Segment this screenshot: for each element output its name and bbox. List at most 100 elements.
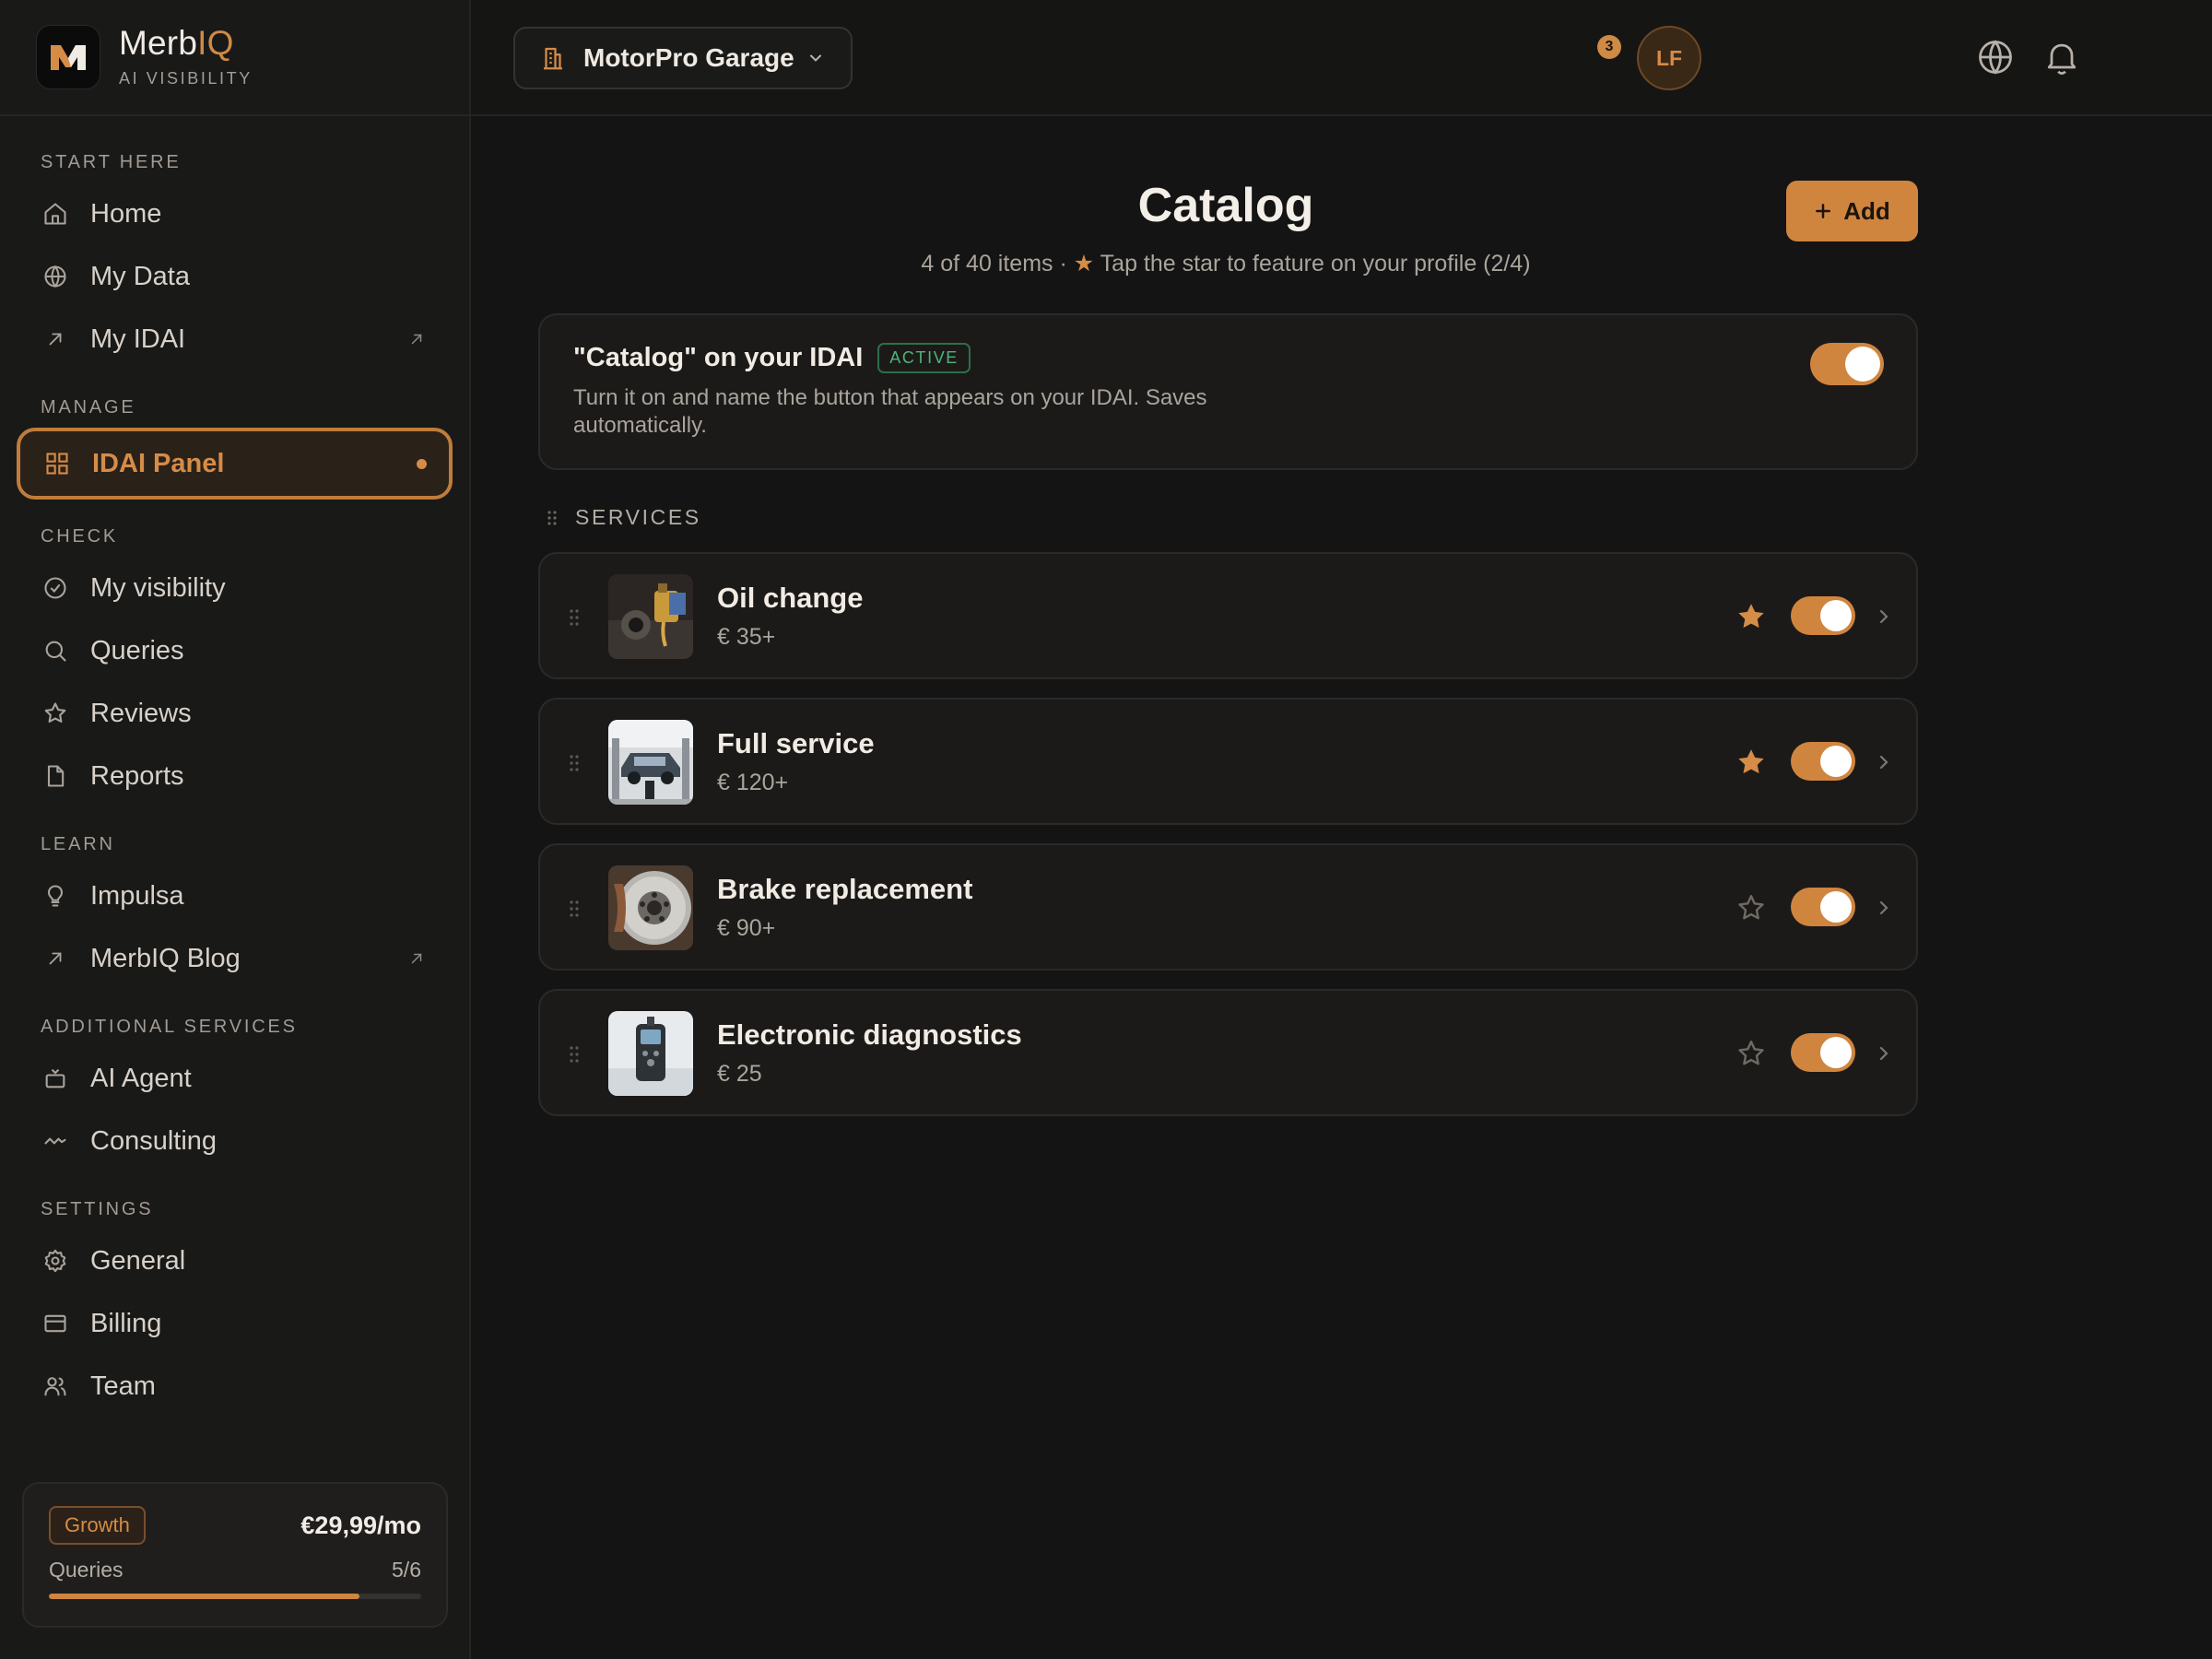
sidebar-item-label: IDAI Panel bbox=[92, 448, 225, 478]
car-lift-photo bbox=[608, 720, 693, 805]
home-icon bbox=[41, 199, 70, 229]
service-row[interactable]: Brake replacement € 90+ bbox=[538, 843, 1918, 971]
star-outline-icon[interactable] bbox=[1735, 1037, 1768, 1070]
drag-handle-icon[interactable] bbox=[568, 753, 581, 773]
user-avatar[interactable]: LF bbox=[1637, 26, 1701, 90]
sidebar-item-label: General bbox=[90, 1245, 186, 1276]
add-item-label: Add bbox=[1843, 196, 1890, 225]
sidebar-item-my-data[interactable]: My Data bbox=[0, 245, 469, 308]
business-selector[interactable]: MotorPro Garage bbox=[513, 27, 853, 89]
section-title-settings: SETTINGS bbox=[41, 1199, 154, 1219]
add-item-button[interactable]: Add bbox=[1786, 181, 1918, 241]
sidebar-item-ai-agent[interactable]: AI Agent bbox=[0, 1047, 469, 1110]
sidebar-item-label: Home bbox=[90, 198, 162, 229]
chevron-right-icon[interactable] bbox=[1877, 897, 1890, 919]
sidebar-item-team[interactable]: Team bbox=[0, 1355, 469, 1418]
service-enable-toggle[interactable] bbox=[1791, 888, 1855, 926]
brand[interactable]: MerbIQ AI VISIBILITY bbox=[0, 0, 469, 116]
language-globe-icon[interactable] bbox=[1975, 37, 2016, 77]
service-row[interactable]: Full service € 120+ bbox=[538, 698, 1918, 825]
chevron-right-icon[interactable] bbox=[1877, 751, 1890, 773]
services-heading-label: SERVICES bbox=[575, 505, 701, 529]
sidebar-item-general[interactable]: General bbox=[0, 1230, 469, 1292]
sidebar-item-impulsa[interactable]: Impulsa bbox=[0, 865, 469, 927]
drag-handle-icon[interactable] bbox=[568, 607, 581, 628]
sidebar-item-merbiq-blog[interactable]: MerbIQ Blog bbox=[0, 927, 469, 990]
featured-star-glyph: ★ bbox=[1073, 251, 1095, 276]
sidebar-item-reviews[interactable]: Reviews bbox=[0, 682, 469, 745]
plus-icon bbox=[1814, 202, 1832, 220]
section-title-check: CHECK bbox=[41, 526, 119, 547]
sidebar-item-reports[interactable]: Reports bbox=[0, 745, 469, 807]
sidebar-item-my-visibility[interactable]: My visibility bbox=[0, 557, 469, 619]
service-enable-toggle[interactable] bbox=[1791, 742, 1855, 781]
sidebar-item-label: Team bbox=[90, 1371, 156, 1401]
globe-icon bbox=[41, 262, 70, 291]
service-row[interactable]: Electronic diagnostics € 25 bbox=[538, 989, 1918, 1116]
sidebar-item-home[interactable]: Home bbox=[0, 182, 469, 245]
sidebar-item-my-idai[interactable]: My IDAI bbox=[0, 308, 469, 371]
section-title-manage: MANAGE bbox=[41, 397, 136, 418]
service-name: Brake replacement bbox=[717, 873, 973, 905]
gear-icon bbox=[41, 1246, 70, 1276]
toggle-knob bbox=[1820, 600, 1852, 631]
sidebar-item-label: Impulsa bbox=[90, 880, 184, 911]
usage-progress-fill bbox=[49, 1594, 359, 1599]
section-title-start-here: START HERE bbox=[41, 152, 182, 172]
plan-card[interactable]: Growth €29,99/mo Queries 5/6 bbox=[22, 1482, 448, 1628]
sidebar-item-queries[interactable]: Queries bbox=[0, 619, 469, 682]
sidebar-item-billing[interactable]: Billing bbox=[0, 1292, 469, 1355]
merbiq-logo bbox=[36, 25, 100, 89]
sidebar-item-label: My visibility bbox=[90, 572, 226, 603]
sidebar-item-idai-panel[interactable]: IDAI Panel bbox=[17, 428, 453, 500]
page-subtitle: 4 of 40 items · ★ Tap the star to featur… bbox=[921, 251, 1531, 276]
toggle-knob bbox=[1820, 891, 1852, 923]
drag-handle-icon[interactable] bbox=[568, 899, 581, 919]
idai-card-description: Turn it on and name the button that appe… bbox=[573, 385, 1207, 438]
notification-count-badge: 3 bbox=[1597, 35, 1621, 59]
drag-handle-icon[interactable] bbox=[546, 509, 559, 527]
service-enable-toggle[interactable] bbox=[1791, 596, 1855, 635]
drag-handle-icon[interactable] bbox=[568, 1044, 581, 1065]
service-enable-toggle[interactable] bbox=[1791, 1033, 1855, 1072]
activity-icon bbox=[41, 1126, 70, 1156]
sidebar-item-label: Billing bbox=[90, 1308, 162, 1338]
toggle-knob bbox=[1820, 1037, 1852, 1068]
topbar: MotorPro Garage bbox=[471, 0, 2212, 116]
document-icon bbox=[41, 761, 70, 791]
star-filled-icon[interactable] bbox=[1735, 600, 1768, 633]
sidebar-item-consulting[interactable]: Consulting bbox=[0, 1110, 469, 1172]
idai-enable-toggle[interactable] bbox=[1810, 343, 1884, 385]
oil-change-photo bbox=[608, 574, 693, 659]
external-link-icon bbox=[408, 331, 425, 347]
plan-badge: Growth bbox=[49, 1506, 146, 1545]
sidebar-item-label: AI Agent bbox=[90, 1063, 192, 1093]
page-title: Catalog bbox=[1137, 179, 1314, 232]
search-icon bbox=[41, 636, 70, 665]
star-icon bbox=[41, 699, 70, 728]
service-name: Full service bbox=[717, 727, 875, 759]
service-name: Oil change bbox=[717, 582, 864, 614]
lightbulb-icon bbox=[41, 881, 70, 911]
chevron-right-icon[interactable] bbox=[1877, 1042, 1890, 1065]
star-outline-icon[interactable] bbox=[1735, 891, 1768, 924]
business-name: MotorPro Garage bbox=[583, 43, 794, 72]
service-price: € 35+ bbox=[717, 624, 776, 650]
service-row[interactable]: Oil change € 35+ bbox=[538, 552, 1918, 679]
sidebar: MerbIQ AI VISIBILITY START HERE Home My … bbox=[0, 0, 471, 1659]
usage-label: Queries bbox=[49, 1558, 124, 1582]
sidebar-item-label: My Data bbox=[90, 261, 190, 291]
external-link-icon bbox=[408, 950, 425, 967]
section-title-additional-services: ADDITIONAL SERVICES bbox=[41, 1017, 298, 1037]
bell-icon[interactable] bbox=[2041, 37, 2082, 77]
idai-visibility-card: "Catalog" on your IDAI ACTIVE Turn it on… bbox=[538, 313, 1918, 470]
toggle-knob bbox=[1820, 746, 1852, 777]
star-filled-icon[interactable] bbox=[1735, 746, 1768, 779]
arrow-up-right-icon bbox=[41, 944, 70, 973]
sidebar-item-label: My IDAI bbox=[90, 324, 186, 354]
brand-subtitle: AI VISIBILITY bbox=[119, 69, 253, 88]
arrow-up-right-icon bbox=[41, 324, 70, 354]
building-icon bbox=[539, 44, 567, 72]
grid-icon bbox=[42, 449, 72, 478]
chevron-right-icon[interactable] bbox=[1877, 606, 1890, 628]
